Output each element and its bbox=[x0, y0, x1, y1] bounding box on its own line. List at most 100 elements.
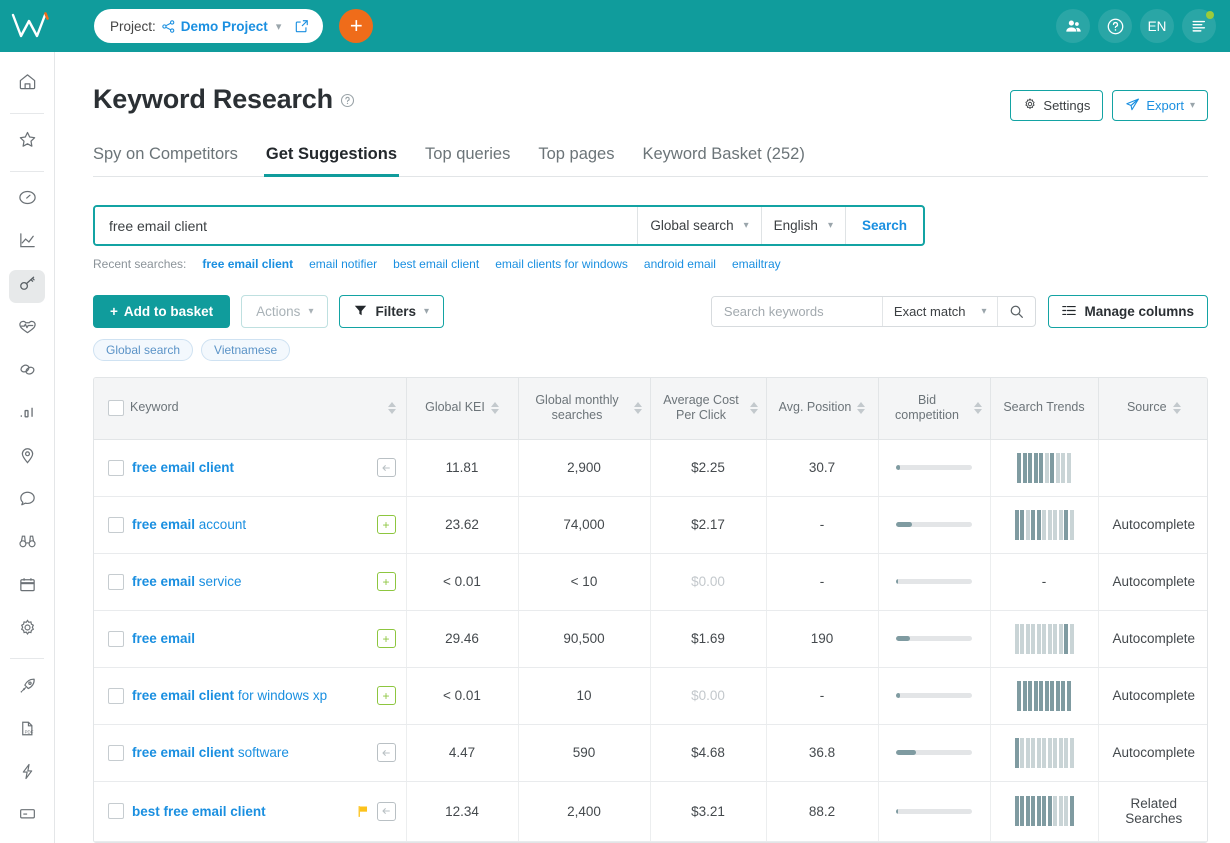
row-checkbox[interactable] bbox=[108, 803, 124, 819]
sidebar-item-home[interactable] bbox=[9, 68, 45, 101]
recent-search-item[interactable]: emailtray bbox=[732, 257, 781, 271]
help-circle-icon[interactable] bbox=[1098, 9, 1132, 43]
chevron-down-icon[interactable]: ▾ bbox=[276, 20, 282, 33]
external-link-icon[interactable] bbox=[295, 19, 309, 33]
sidebar-item-backlinks[interactable] bbox=[9, 356, 45, 389]
match-mode-select[interactable]: Exact match ▾ bbox=[881, 297, 998, 326]
row-checkbox[interactable] bbox=[108, 459, 124, 476]
add-keyword-button[interactable]: + bbox=[376, 572, 396, 591]
export-button[interactable]: Export ▾ bbox=[1112, 90, 1208, 121]
question-circle-icon[interactable] bbox=[340, 93, 355, 113]
menu-icon[interactable] bbox=[1182, 9, 1216, 43]
users-icon[interactable] bbox=[1056, 9, 1090, 43]
sort-icon[interactable] bbox=[857, 402, 866, 415]
sidebar-item-rank-tracking[interactable] bbox=[9, 399, 45, 432]
add-keyword-button[interactable]: + bbox=[376, 629, 396, 648]
recent-search-item[interactable]: email clients for windows bbox=[495, 257, 628, 271]
table-row[interactable]: free email +29.46 90,500 $1.69 190 Autocomple… bbox=[94, 610, 1207, 668]
sidebar-item-pdf-reports[interactable]: PDF bbox=[9, 714, 45, 747]
tab-top-pages[interactable]: Top pages bbox=[524, 145, 628, 176]
keyword-link[interactable]: free email client software bbox=[132, 745, 289, 760]
tab-keyword-basket[interactable]: Keyword Basket (252) bbox=[628, 145, 818, 176]
keyword-link[interactable]: free email service bbox=[132, 574, 242, 589]
manage-columns-button[interactable]: Manage columns bbox=[1048, 295, 1208, 328]
row-checkbox[interactable] bbox=[108, 630, 124, 647]
row-checkbox[interactable] bbox=[108, 573, 124, 590]
sidebar-item-boost[interactable] bbox=[9, 671, 45, 704]
sort-icon[interactable] bbox=[633, 402, 642, 415]
column-header-search-trends[interactable]: Search Trends bbox=[990, 378, 1099, 440]
sidebar-item-schedule[interactable] bbox=[9, 570, 45, 603]
app-logo[interactable] bbox=[0, 0, 62, 52]
actions-dropdown[interactable]: Actions ▾ bbox=[241, 295, 329, 328]
search-keywords-input[interactable] bbox=[711, 297, 882, 326]
in-basket-indicator[interactable] bbox=[376, 743, 396, 762]
language-switcher[interactable]: EN bbox=[1140, 9, 1174, 43]
keyword-link[interactable]: free email bbox=[132, 631, 195, 646]
search-scope-select[interactable]: Global search ▾ bbox=[637, 207, 760, 244]
search-language-select[interactable]: English ▾ bbox=[760, 207, 845, 244]
table-row[interactable]: free email account +23.62 74,000 $2.17 - Auto… bbox=[94, 496, 1207, 554]
column-header-global-monthly-searches[interactable]: Global monthly searches bbox=[518, 378, 651, 440]
keyword-link[interactable]: free email client for windows xp bbox=[132, 688, 327, 703]
sidebar-item-site-audit[interactable] bbox=[9, 313, 45, 346]
recent-search-item[interactable]: best email client bbox=[393, 257, 479, 271]
flag-icon[interactable] bbox=[357, 805, 370, 818]
filter-chip[interactable]: Global search bbox=[93, 339, 194, 361]
tab-get-suggestions[interactable]: Get Suggestions bbox=[252, 145, 411, 177]
recent-search-item[interactable]: android email bbox=[644, 257, 716, 271]
sidebar-item-favorites[interactable] bbox=[9, 126, 45, 159]
tab-top-queries[interactable]: Top queries bbox=[411, 145, 524, 176]
column-header-keyword[interactable]: Keyword bbox=[94, 378, 407, 440]
sort-icon[interactable] bbox=[490, 402, 499, 415]
select-all-checkbox[interactable] bbox=[108, 400, 124, 417]
project-selector[interactable]: Project: Demo Project ▾ bbox=[94, 9, 324, 43]
keyword-query-input[interactable] bbox=[95, 207, 638, 244]
keyword-link[interactable]: free email account bbox=[132, 517, 246, 532]
sidebar-item-keyword-research[interactable] bbox=[9, 269, 45, 303]
recent-search-item[interactable]: free email client bbox=[202, 257, 293, 271]
row-checkbox[interactable] bbox=[108, 687, 124, 704]
sidebar-item-competitors[interactable] bbox=[9, 527, 45, 560]
sidebar-item-automation[interactable] bbox=[9, 757, 45, 790]
value-monthly-searches: 74,000 bbox=[563, 517, 605, 532]
sidebar-item-settings[interactable] bbox=[9, 613, 45, 646]
add-keyword-button[interactable]: + bbox=[376, 686, 396, 705]
column-header-bid-competition[interactable]: Bid competition bbox=[878, 378, 991, 440]
settings-button[interactable]: Settings bbox=[1010, 90, 1104, 121]
filter-chip[interactable]: Vietnamese bbox=[201, 339, 291, 361]
sidebar-item-analytics[interactable] bbox=[9, 227, 45, 260]
tab-spy-on-competitors[interactable]: Spy on Competitors bbox=[93, 145, 252, 176]
sidebar-item-cards[interactable] bbox=[9, 800, 45, 833]
table-row[interactable]: free email service + < 0.01 < 10 $0.00 - - Auto… bbox=[94, 553, 1207, 611]
sort-icon[interactable] bbox=[387, 402, 396, 415]
sidebar-item-local-seo[interactable] bbox=[9, 441, 45, 474]
table-row[interactable]: free email client for windows xp + < 0.01 1… bbox=[94, 667, 1207, 725]
column-header-source[interactable]: Source bbox=[1098, 378, 1207, 440]
magnifier-icon[interactable] bbox=[997, 297, 1035, 326]
table-row[interactable]: free email client software 4.47 590 $4.68 36… bbox=[94, 724, 1207, 782]
filters-dropdown[interactable]: Filters ▾ bbox=[339, 295, 445, 328]
column-header-global-kei[interactable]: Global KEI bbox=[406, 378, 519, 440]
in-basket-indicator[interactable] bbox=[376, 458, 396, 477]
sort-icon[interactable] bbox=[1172, 402, 1181, 415]
row-checkbox[interactable] bbox=[108, 744, 124, 761]
sort-icon[interactable] bbox=[749, 402, 758, 415]
add-to-basket-button[interactable]: + Add to basket bbox=[93, 295, 231, 328]
add-new-button[interactable]: + bbox=[339, 9, 374, 43]
keyword-link[interactable]: best free email client bbox=[132, 804, 266, 819]
sort-icon[interactable] bbox=[973, 402, 982, 415]
column-header-avg-position[interactable]: Avg. Position bbox=[766, 378, 879, 440]
sidebar-item-dashboard[interactable] bbox=[9, 184, 45, 217]
keyword-link[interactable]: free email client bbox=[132, 460, 234, 475]
column-header-average-cost-per-click[interactable]: Average Cost Per Click bbox=[650, 378, 767, 440]
table-row[interactable]: best free email client 12.34 2,400 $3.21 88.… bbox=[94, 781, 1207, 842]
row-checkbox[interactable] bbox=[108, 516, 124, 533]
sidebar-item-social[interactable] bbox=[9, 484, 45, 517]
in-basket-indicator[interactable] bbox=[376, 801, 396, 821]
recent-search-item[interactable]: email notifier bbox=[309, 257, 377, 271]
table-row[interactable]: free email client 11.81 2,900 $2.25 30.7 bbox=[94, 439, 1207, 497]
search-submit-button[interactable]: Search bbox=[844, 207, 923, 244]
add-keyword-button[interactable]: + bbox=[376, 515, 396, 534]
pdf-file-icon: PDF bbox=[18, 719, 37, 743]
